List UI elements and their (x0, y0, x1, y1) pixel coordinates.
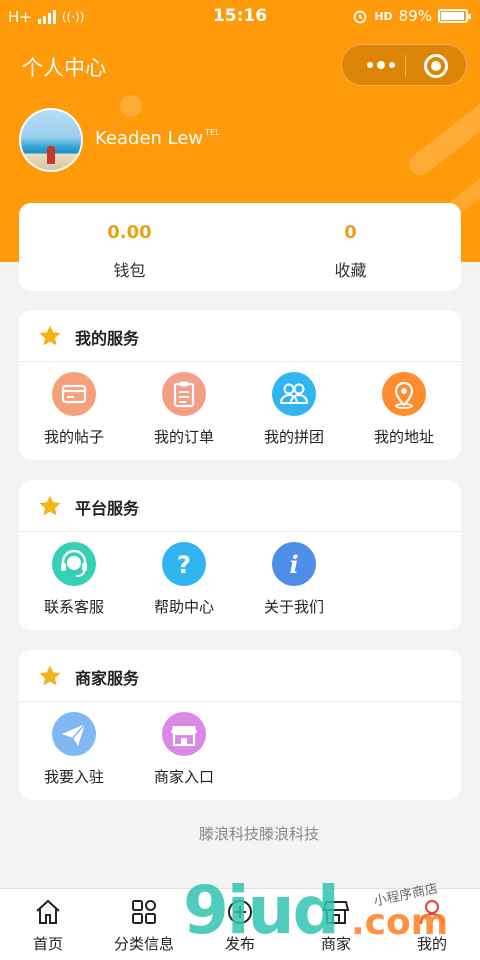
item-label: 我的地址 (373, 428, 434, 446)
svg-text:?: ? (177, 551, 191, 579)
tab-publish[interactable]: 发布 (192, 889, 288, 960)
item-label: 联系客服 (43, 598, 104, 616)
header-decoration (120, 95, 142, 117)
wallet-stat[interactable]: 0.00 钱包 (19, 203, 240, 291)
tab-label: 发布 (224, 935, 255, 953)
store-icon (322, 901, 350, 924)
capsule-divider (405, 55, 406, 77)
star-icon (39, 495, 61, 516)
help-center-button[interactable]: ? 帮助中心 (129, 542, 239, 624)
more-dots-icon[interactable] (358, 45, 404, 85)
headset-icon (52, 542, 96, 586)
location-icon (382, 372, 426, 416)
username-badge: TEL (205, 128, 220, 137)
page-title: 个人中心 (22, 56, 106, 80)
avatar[interactable] (19, 108, 83, 172)
about-us-button[interactable]: i 关于我们 (239, 542, 349, 624)
svg-text:i: i (289, 550, 298, 579)
wallet-label: 钱包 (113, 261, 146, 280)
merchant-services-card: 商家服务 我要入驻 商家入口 (19, 650, 461, 800)
item-label: 我的订单 (153, 428, 214, 446)
tab-bar: 首页 分类信息 发布 商家 我的 (0, 888, 480, 960)
info-icon: i (272, 542, 316, 586)
item-label: 关于我们 (263, 598, 324, 616)
merchant-entry-button[interactable]: 商家入口 (129, 712, 239, 794)
tab-label: 商家 (320, 935, 351, 953)
tab-categories[interactable]: 分类信息 (96, 889, 192, 960)
target-close-icon[interactable] (424, 54, 448, 78)
tab-merchants[interactable]: 商家 (288, 889, 384, 960)
clipboard-icon (162, 372, 206, 416)
home-icon (36, 899, 60, 924)
alarm-icon (353, 10, 367, 24)
contact-support-button[interactable]: 联系客服 (19, 542, 129, 624)
tab-home[interactable]: 首页 (0, 889, 96, 960)
favorites-stat[interactable]: 0 收藏 (240, 203, 461, 291)
group-icon (272, 372, 316, 416)
item-label: 我的帖子 (43, 428, 104, 446)
shop-icon (162, 712, 206, 756)
header-decoration (405, 82, 480, 180)
battery-icon (438, 9, 471, 23)
star-icon (39, 325, 61, 346)
user-icon (420, 900, 444, 925)
section-header: 平台服务 (19, 480, 461, 532)
item-label: 帮助中心 (153, 598, 214, 616)
platform-services-card: 平台服务 联系客服 ? 帮助中心 i 关于我们 (19, 480, 461, 630)
my-address-button[interactable]: 我的地址 (349, 372, 459, 454)
join-as-merchant-button[interactable]: 我要入驻 (19, 712, 129, 794)
section-header: 商家服务 (19, 650, 461, 702)
card-icon (52, 372, 96, 416)
stats-card: 0.00 钱包 0 收藏 (19, 203, 461, 291)
category-grid-icon (132, 900, 156, 924)
favorites-value: 0 (344, 222, 357, 243)
section-title: 商家服务 (75, 669, 140, 688)
wallet-value: 0.00 (107, 222, 152, 243)
star-icon (39, 665, 61, 686)
tab-label: 我的 (416, 935, 447, 953)
paper-plane-icon (52, 712, 96, 756)
item-label: 我的拼团 (263, 428, 324, 446)
my-services-card: 我的服务 我的帖子 我的订单 我的拼团 我的地址 (19, 310, 461, 460)
tab-label: 分类信息 (113, 935, 174, 953)
item-label: 商家入口 (153, 768, 214, 786)
item-label: 我要入驻 (43, 768, 104, 786)
tab-mine[interactable]: 我的 (384, 889, 480, 960)
mini-program-capsule (341, 44, 467, 86)
section-title: 平台服务 (75, 499, 140, 518)
title-bar: 个人中心 (0, 44, 480, 88)
tab-label: 首页 (32, 935, 63, 953)
favorites-label: 收藏 (334, 261, 367, 280)
publish-plus-icon (228, 900, 252, 924)
my-posts-button[interactable]: 我的帖子 (19, 372, 129, 454)
section-title: 我的服务 (75, 329, 140, 348)
footer-company-text: 滕浪科技滕浪科技 (198, 825, 319, 843)
section-header: 我的服务 (19, 310, 461, 362)
username: Keaden Lew TEL (95, 128, 220, 149)
my-orders-button[interactable]: 我的订单 (129, 372, 239, 454)
my-group-buy-button[interactable]: 我的拼团 (239, 372, 349, 454)
battery-percent: 89% (398, 7, 432, 25)
hd-icon: HD (374, 9, 393, 23)
status-bar: H+ ((·)) 15:16 HD 89% (0, 0, 480, 34)
question-icon: ? (162, 542, 206, 586)
